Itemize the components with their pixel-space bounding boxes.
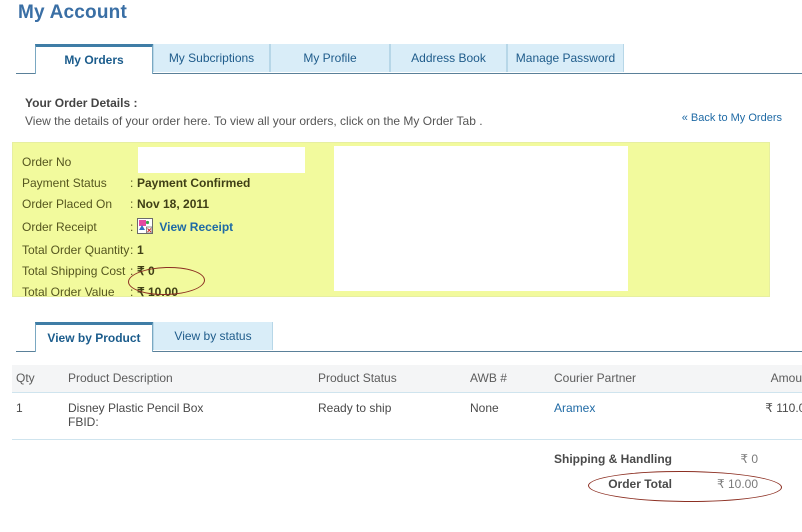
cell-product-description: Disney Plastic Pencil Box FBID: [64,392,314,440]
product-description-line1: Disney Plastic Pencil Box [68,401,204,415]
order-placed-on-value: Nov 18, 2011 [137,197,210,211]
cell-courier-partner: Aramex [550,392,700,440]
order-placed-on-label: Order Placed On [22,197,113,211]
tab-view-by-product-label: View by Product [47,331,141,345]
tab-my-subcriptions[interactable]: My Subcriptions [153,44,270,72]
total-order-quantity-label: Total Order Quantity [22,243,130,257]
product-table: Qty Product Description Product Status A… [12,365,802,440]
tab-my-subcriptions-label: My Subcriptions [168,51,255,65]
order-details-description: View the details of your order here. To … [25,114,483,128]
order-no-field[interactable] [138,147,305,173]
courier-partner-link[interactable]: Aramex [554,401,595,415]
order-details-heading: Your Order Details : [25,96,138,110]
order-receipt-colon: : [130,220,134,234]
order-placed-on-colon: : [130,197,134,211]
product-description-line2: FBID: [68,415,99,429]
order-totals: Shipping & Handling ₹ 0 Order Total ₹ 10… [400,446,768,496]
broken-image-icon [137,218,153,234]
payment-status-colon: : [130,176,134,190]
column-header-courier-partner: Courier Partner [550,365,700,393]
table-row: 1 Disney Plastic Pencil Box FBID: Ready … [12,392,802,440]
total-shipping-cost-value: ₹ 0 [137,264,155,278]
order-receipt-label: Order Receipt [22,220,97,234]
payment-status-value: Payment Confirmed [137,176,251,190]
page-title: My Account [18,2,127,23]
order-details-intro: Your Order Details : View the details of… [25,96,725,128]
order-summary-row-total-order-value: Total Order Value : ₹ 10.00 [22,282,332,302]
back-to-my-orders-link[interactable]: « Back to My Orders [682,112,782,124]
tab-address-book[interactable]: Address Book [390,44,507,72]
column-header-awb: AWB # [466,365,550,393]
order-address-box [334,146,628,291]
shipping-handling-label: Shipping & Handling [554,451,672,466]
account-tab-strip: My Orders My Subcriptions My Profile Add… [0,44,802,74]
column-header-product-description: Product Description [64,365,314,393]
tab-address-book-label: Address Book [411,51,486,65]
tab-view-by-product[interactable]: View by Product [35,322,153,352]
tab-my-profile-label: My Profile [303,51,357,65]
order-summary-row-total-order-quantity: Total Order Quantity : 1 [22,240,332,260]
tab-my-orders[interactable]: My Orders [35,44,153,74]
total-order-value-colon: : [130,285,134,299]
tab-manage-password-label: Manage Password [515,51,616,65]
order-summary-row-payment-status: Payment Status : Payment Confirmed [22,173,332,193]
payment-status-label: Payment Status [22,176,107,190]
order-view-tab-strip: View by Product View by status [0,322,802,352]
order-receipt-value: View Receipt [137,218,233,235]
total-order-quantity-colon: : [130,243,134,257]
cell-product-status: Ready to ship [314,392,466,440]
cell-awb: None [466,392,550,440]
order-summary-row-order-receipt: Order Receipt : View Receipt [22,215,332,239]
tab-view-by-status[interactable]: View by status [153,322,273,350]
table-header-row: Qty Product Description Product Status A… [12,365,802,393]
column-header-amount: Amount [700,365,802,393]
total-order-value-value: ₹ 10.00 [137,285,178,299]
totals-row-order-total: Order Total ₹ 10.00 [400,471,768,496]
total-order-quantity-value: 1 [137,243,144,257]
order-summary-row-total-shipping-cost: Total Shipping Cost : ₹ 0 [22,261,332,281]
total-shipping-cost-label: Total Shipping Cost [22,264,126,278]
order-total-value: ₹ 10.00 [717,476,758,491]
total-shipping-cost-colon: : [130,264,134,278]
tab-manage-password[interactable]: Manage Password [507,44,624,72]
tab-my-profile[interactable]: My Profile [270,44,390,72]
tab-my-orders-label: My Orders [64,53,124,67]
shipping-handling-value: ₹ 0 [740,451,758,466]
tab-view-by-status-label: View by status [174,329,252,343]
order-total-label: Order Total [608,476,672,491]
order-no-label: Order No [22,155,72,169]
column-header-qty: Qty [12,365,64,393]
column-header-product-status: Product Status [314,365,466,393]
total-order-value-label: Total Order Value [22,285,115,299]
totals-row-shipping-handling: Shipping & Handling ₹ 0 [400,446,768,471]
cell-amount: ₹ 110.00 [700,392,802,440]
order-summary-row-order-placed-on: Order Placed On : Nov 18, 2011 [22,194,332,214]
cell-qty: 1 [12,392,64,440]
view-receipt-link[interactable]: View Receipt [159,220,233,234]
order-summary-rows: Order No Payment Status : Payment Confir… [22,152,332,303]
